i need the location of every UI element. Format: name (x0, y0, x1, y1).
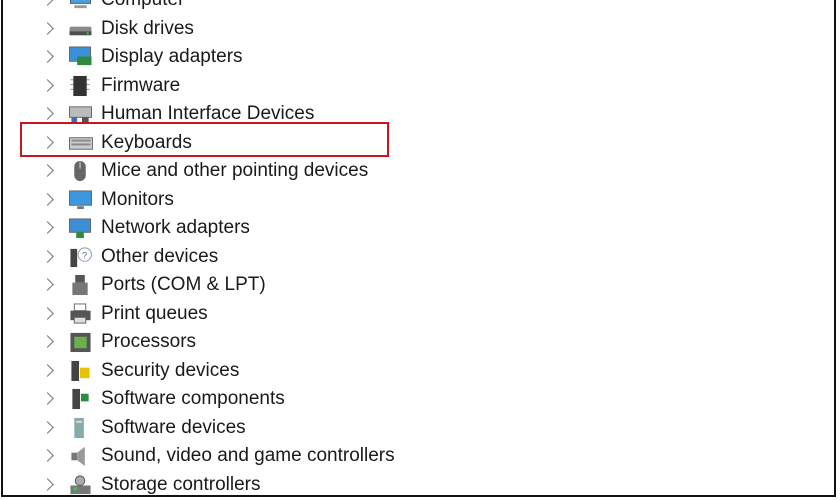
chevron-right-icon[interactable] (41, 107, 54, 120)
tree-item-label: Security devices (101, 359, 240, 381)
tree-item-other-devices[interactable]: ? Other devices (0, 244, 800, 272)
tree-item-sound-video-and-game-controllers[interactable]: Sound, video and game controllers (0, 443, 800, 471)
chevron-right-icon[interactable] (41, 164, 54, 177)
tree-item-storage-controllers[interactable]: Storage controllers (0, 472, 800, 500)
tree-item-label: Monitors (101, 188, 174, 210)
unknown-device-icon: ? (70, 246, 92, 267)
tree-item-label: Processors (101, 331, 197, 352)
chevron-right-icon[interactable] (41, 363, 54, 377)
tree-item-disk-drives[interactable]: Disk drives (0, 16, 800, 44)
tree-item-print-queues[interactable]: Print queues (0, 301, 800, 329)
chevron-right-icon[interactable] (41, 0, 54, 6)
tree-item-software-devices[interactable]: Software devices (0, 415, 800, 443)
display-adapter-icon (69, 46, 92, 66)
tree-item-label: Ports (COM & LPT) (101, 274, 266, 295)
disk-drive-icon (69, 26, 92, 35)
tree-item-firmware[interactable]: Firmware (0, 73, 800, 101)
chevron-right-icon[interactable] (41, 449, 54, 462)
tree-item-label: Other devices (101, 245, 219, 267)
chevron-right-icon[interactable] (41, 392, 54, 405)
tree-item-ports-com-lpt[interactable]: Ports (COM & LPT) (0, 272, 800, 300)
tree-item-label: Display adapters (101, 46, 243, 67)
printer-icon (70, 302, 91, 324)
tree-item-label: Storage controllers (101, 473, 261, 495)
tree-item-mice-and-other-pointing-devices[interactable]: Mice and other pointing devices (0, 158, 800, 186)
tree-item-label: Mice and other pointing devices (101, 160, 369, 181)
storage-controller-icon (70, 474, 91, 494)
chevron-right-icon[interactable] (41, 335, 54, 348)
chevron-right-icon[interactable] (41, 192, 54, 206)
software-component-icon (72, 388, 89, 410)
tree-item-label: Software devices (101, 416, 246, 438)
tree-item-display-adapters[interactable]: Display adapters (0, 44, 800, 72)
monitor-icon (69, 189, 92, 209)
keyboards-highlight-box (20, 122, 389, 157)
tree-item-label: Disk drives (101, 17, 194, 39)
tree-item-label: Network adapters (101, 217, 250, 238)
mouse-icon (74, 160, 86, 182)
tree-item-label: Firmware (101, 74, 181, 96)
chevron-right-icon[interactable] (41, 420, 54, 434)
tree-item-network-adapters[interactable]: Network adapters (0, 215, 800, 243)
chevron-right-icon[interactable] (41, 50, 54, 63)
processor-icon (70, 332, 91, 353)
computer-icon (69, 0, 92, 9)
tree-item-label: Sound, video and game controllers (101, 445, 395, 466)
svg-text:?: ? (82, 250, 87, 261)
port-icon (72, 274, 88, 296)
chevron-right-icon[interactable] (41, 221, 54, 234)
chevron-right-icon[interactable] (41, 249, 54, 263)
tree-item-label: Computer (101, 0, 184, 12)
tree-item-security-devices[interactable]: Security devices (0, 358, 800, 386)
tree-item-label: Print queues (101, 302, 208, 324)
chevron-right-icon[interactable] (41, 477, 54, 491)
tree-item-monitors[interactable]: Monitors (0, 187, 800, 215)
chevron-right-icon[interactable] (41, 278, 54, 291)
tree-item-software-components[interactable]: Software components (0, 386, 800, 414)
tree-item-processors[interactable]: Processors (0, 329, 800, 357)
chevron-right-icon[interactable] (41, 78, 54, 92)
chevron-right-icon[interactable] (41, 306, 54, 320)
security-device-icon (71, 360, 90, 381)
software-device-icon (74, 417, 84, 438)
speaker-icon (71, 446, 85, 467)
firmware-chip-icon (70, 75, 90, 96)
chevron-right-icon[interactable] (41, 21, 54, 35)
network-adapter-icon (69, 218, 92, 239)
tree-item-computer[interactable]: Computer (0, 0, 800, 15)
tree-item-label: Software components (101, 388, 285, 409)
